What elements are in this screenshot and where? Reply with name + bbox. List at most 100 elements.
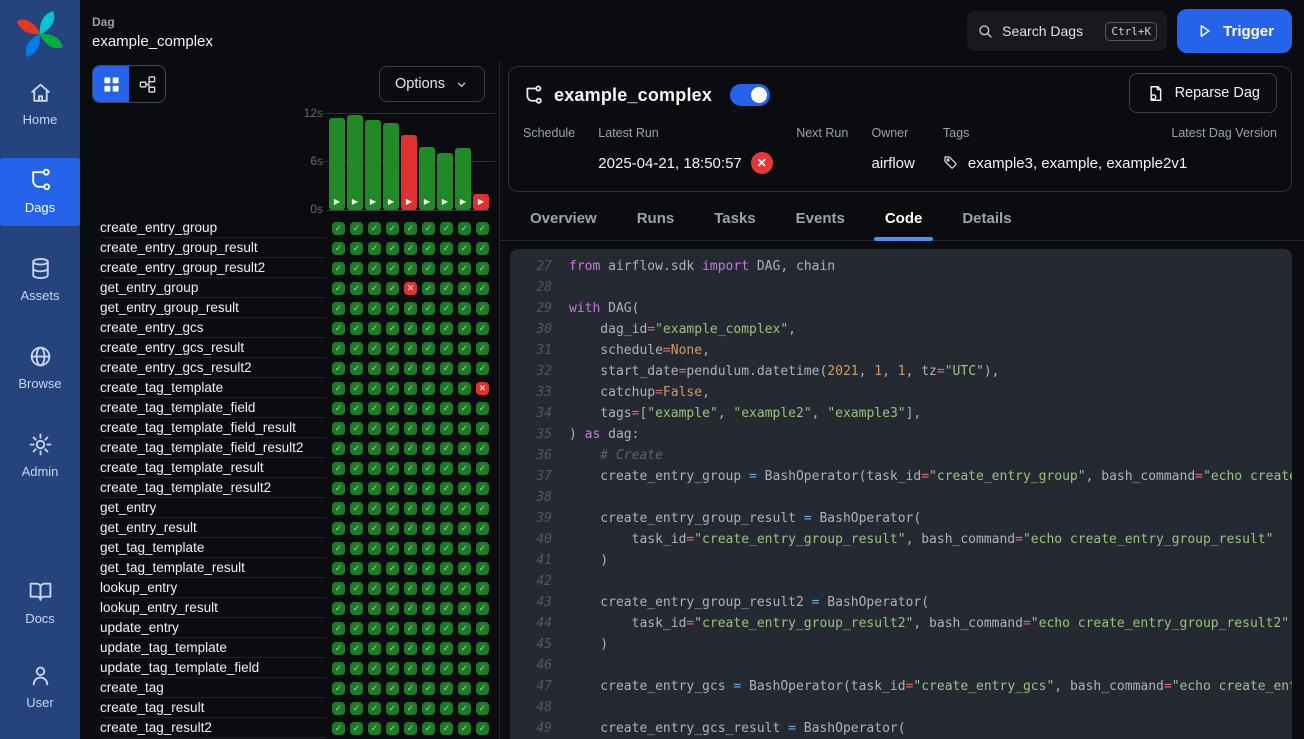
task-instance-success-cell[interactable]: ✓: [368, 662, 381, 675]
task-instance-success-cell[interactable]: ✓: [332, 242, 345, 255]
task-instance-success-cell[interactable]: ✓: [476, 582, 489, 595]
task-instance-success-cell[interactable]: ✓: [458, 582, 471, 595]
task-name[interactable]: create_tag: [100, 678, 326, 698]
task-name[interactable]: create_entry_gcs_result2: [100, 358, 326, 378]
task-instance-success-cell[interactable]: ✓: [350, 602, 363, 615]
task-instance-success-cell[interactable]: ✓: [386, 402, 399, 415]
task-instance-success-cell[interactable]: ✓: [458, 302, 471, 315]
task-instance-success-cell[interactable]: ✓: [422, 262, 435, 275]
task-instance-success-cell[interactable]: ✓: [386, 442, 399, 455]
task-instance-success-cell[interactable]: ✓: [386, 242, 399, 255]
task-instance-success-cell[interactable]: ✓: [404, 682, 417, 695]
task-instance-success-cell[interactable]: ✓: [368, 442, 381, 455]
task-instance-success-cell[interactable]: ✓: [386, 642, 399, 655]
task-name[interactable]: get_entry_group_result: [100, 298, 326, 318]
graph-view-button[interactable]: [129, 66, 165, 102]
task-instance-success-cell[interactable]: ✓: [458, 382, 471, 395]
task-name[interactable]: update_tag_template_field: [100, 658, 326, 678]
task-instance-success-cell[interactable]: ✓: [332, 482, 345, 495]
tab-runs[interactable]: Runs: [633, 202, 679, 240]
task-instance-success-cell[interactable]: ✓: [386, 342, 399, 355]
dag-run-bar[interactable]: ▶: [419, 147, 435, 210]
task-instance-success-cell[interactable]: ✓: [404, 622, 417, 635]
task-instance-success-cell[interactable]: ✓: [404, 362, 417, 375]
task-instance-success-cell[interactable]: ✓: [386, 262, 399, 275]
task-instance-success-cell[interactable]: ✓: [368, 682, 381, 695]
task-instance-success-cell[interactable]: ✓: [386, 542, 399, 555]
task-instance-success-cell[interactable]: ✓: [386, 582, 399, 595]
task-name[interactable]: update_tag_template: [100, 638, 326, 658]
task-instance-success-cell[interactable]: ✓: [332, 462, 345, 475]
task-instance-success-cell[interactable]: ✓: [440, 622, 453, 635]
task-instance-success-cell[interactable]: ✓: [404, 262, 417, 275]
task-instance-success-cell[interactable]: ✓: [476, 362, 489, 375]
sidebar-item-admin[interactable]: Admin: [0, 422, 80, 490]
sidebar-item-assets[interactable]: Assets: [0, 246, 80, 314]
task-instance-success-cell[interactable]: ✓: [458, 442, 471, 455]
task-instance-success-cell[interactable]: ✓: [440, 462, 453, 475]
task-instance-success-cell[interactable]: ✓: [440, 302, 453, 315]
task-instance-success-cell[interactable]: ✓: [458, 462, 471, 475]
task-instance-success-cell[interactable]: ✓: [476, 422, 489, 435]
dag-run-bar[interactable]: ▶: [329, 118, 345, 210]
task-instance-success-cell[interactable]: ✓: [368, 262, 381, 275]
task-instance-success-cell[interactable]: ✓: [476, 482, 489, 495]
task-instance-success-cell[interactable]: ✓: [386, 622, 399, 635]
task-instance-success-cell[interactable]: ✓: [368, 382, 381, 395]
task-instance-success-cell[interactable]: ✓: [422, 642, 435, 655]
task-instance-success-cell[interactable]: ✓: [458, 242, 471, 255]
task-instance-success-cell[interactable]: ✓: [458, 342, 471, 355]
task-instance-success-cell[interactable]: ✓: [368, 502, 381, 515]
task-instance-success-cell[interactable]: ✓: [422, 222, 435, 235]
task-instance-success-cell[interactable]: ✓: [386, 282, 399, 295]
task-instance-success-cell[interactable]: ✓: [404, 642, 417, 655]
task-instance-success-cell[interactable]: ✓: [476, 282, 489, 295]
task-instance-success-cell[interactable]: ✓: [332, 402, 345, 415]
dag-run-bar[interactable]: ▶: [365, 120, 381, 210]
task-instance-success-cell[interactable]: ✓: [350, 502, 363, 515]
task-instance-success-cell[interactable]: ✓: [404, 462, 417, 475]
task-instance-success-cell[interactable]: ✓: [404, 382, 417, 395]
task-instance-success-cell[interactable]: ✓: [368, 282, 381, 295]
task-instance-success-cell[interactable]: ✓: [440, 442, 453, 455]
task-instance-success-cell[interactable]: ✓: [350, 322, 363, 335]
task-instance-success-cell[interactable]: ✓: [440, 422, 453, 435]
task-instance-success-cell[interactable]: ✓: [458, 322, 471, 335]
task-instance-failed-cell[interactable]: ✕: [404, 282, 417, 295]
task-instance-success-cell[interactable]: ✓: [440, 722, 453, 735]
task-instance-success-cell[interactable]: ✓: [476, 342, 489, 355]
task-instance-success-cell[interactable]: ✓: [458, 602, 471, 615]
task-instance-success-cell[interactable]: ✓: [404, 322, 417, 335]
task-instance-success-cell[interactable]: ✓: [332, 542, 345, 555]
trigger-button[interactable]: Trigger: [1177, 9, 1292, 53]
task-instance-success-cell[interactable]: ✓: [368, 362, 381, 375]
task-instance-success-cell[interactable]: ✓: [332, 262, 345, 275]
task-name[interactable]: get_entry_result: [100, 518, 326, 538]
task-instance-success-cell[interactable]: ✓: [386, 602, 399, 615]
dag-run-bar[interactable]: ▶: [437, 153, 453, 210]
task-name[interactable]: create_tag_result2: [100, 718, 326, 738]
task-instance-success-cell[interactable]: ✓: [386, 662, 399, 675]
tab-tasks[interactable]: Tasks: [710, 202, 759, 240]
task-instance-success-cell[interactable]: ✓: [350, 402, 363, 415]
task-instance-success-cell[interactable]: ✓: [476, 522, 489, 535]
task-instance-success-cell[interactable]: ✓: [458, 402, 471, 415]
task-name[interactable]: create_tag_template: [100, 378, 326, 398]
sidebar-item-docs[interactable]: Docs: [0, 569, 80, 637]
task-instance-success-cell[interactable]: ✓: [332, 682, 345, 695]
task-instance-success-cell[interactable]: ✓: [386, 722, 399, 735]
task-instance-success-cell[interactable]: ✓: [404, 302, 417, 315]
task-instance-success-cell[interactable]: ✓: [458, 482, 471, 495]
task-instance-success-cell[interactable]: ✓: [386, 322, 399, 335]
task-instance-success-cell[interactable]: ✓: [422, 682, 435, 695]
task-instance-success-cell[interactable]: ✓: [404, 502, 417, 515]
task-instance-success-cell[interactable]: ✓: [440, 502, 453, 515]
task-instance-success-cell[interactable]: ✓: [458, 222, 471, 235]
task-instance-success-cell[interactable]: ✓: [386, 302, 399, 315]
sidebar-item-browse[interactable]: Browse: [0, 334, 80, 402]
tab-code[interactable]: Code: [881, 202, 927, 240]
task-instance-success-cell[interactable]: ✓: [386, 502, 399, 515]
task-instance-success-cell[interactable]: ✓: [350, 342, 363, 355]
sidebar-item-home[interactable]: Home: [0, 70, 80, 138]
task-instance-success-cell[interactable]: ✓: [350, 542, 363, 555]
